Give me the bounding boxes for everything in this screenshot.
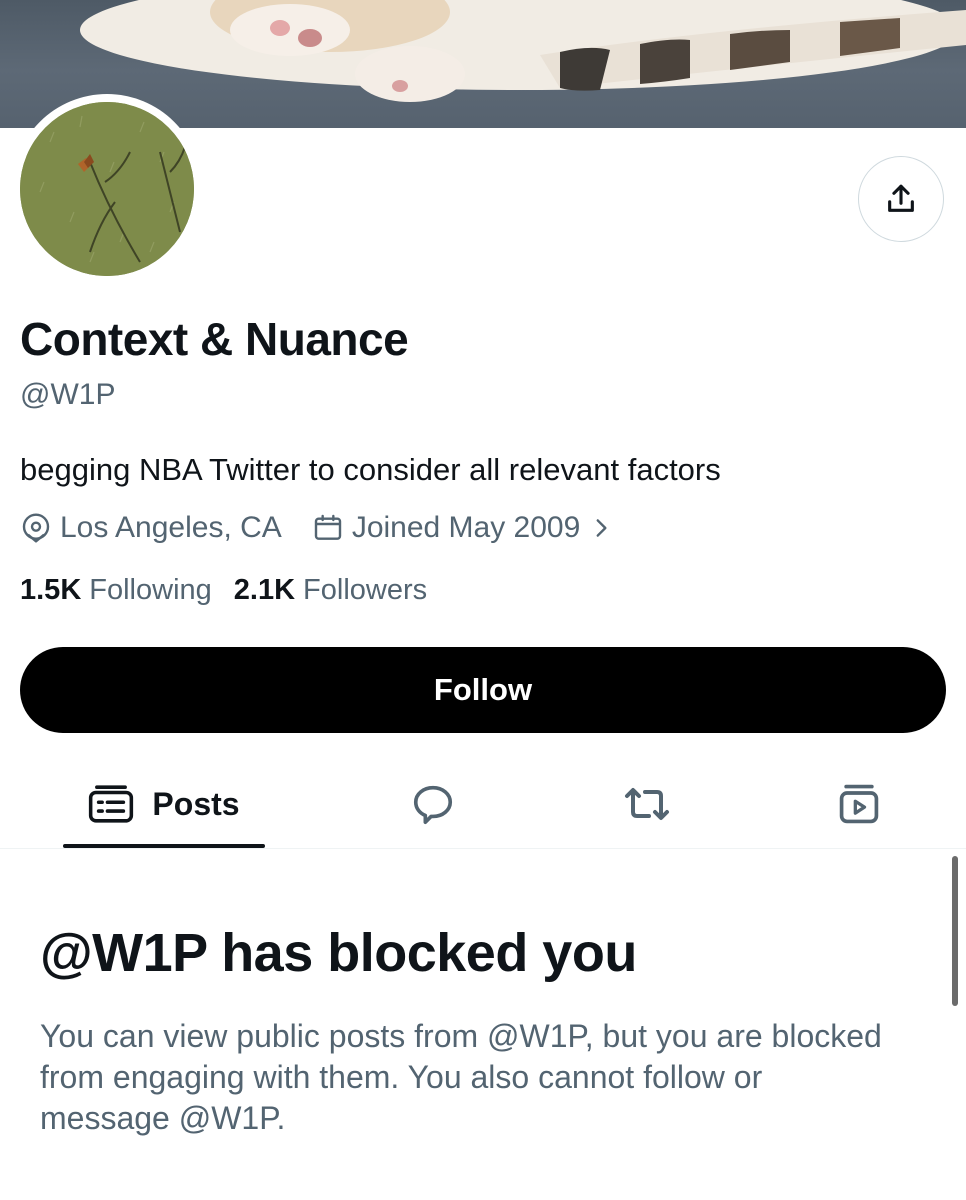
posts-icon: [89, 785, 134, 823]
following-label: Following: [89, 574, 212, 606]
replies-icon: [413, 785, 453, 825]
follow-button[interactable]: Follow: [20, 647, 946, 733]
followers-link[interactable]: 2.1K Followers: [234, 574, 427, 607]
share-button[interactable]: [858, 156, 944, 242]
scrollbar[interactable]: [952, 856, 958, 1006]
avatar-image: [20, 102, 194, 276]
following-link[interactable]: 1.5K Following: [20, 574, 212, 607]
joined-text: Joined May 2009: [351, 511, 581, 544]
followers-label: Followers: [303, 574, 428, 606]
location-text: Los Angeles, CA: [60, 511, 282, 544]
grass-butterfly-image: [20, 102, 194, 276]
media-icon: [839, 784, 879, 824]
joined-item[interactable]: Joined May 2009: [312, 511, 615, 545]
tab-posts-label: Posts: [152, 785, 240, 822]
tab-replies[interactable]: [398, 760, 468, 848]
profile-avatar[interactable]: [12, 94, 202, 284]
profile-handle: @W1P: [20, 378, 116, 411]
active-tab-indicator: [63, 844, 265, 848]
followers-count: 2.1K: [233, 574, 296, 606]
profile-tabs: Posts: [0, 760, 966, 849]
share-icon: [888, 184, 914, 212]
profile-meta: Los Angeles, CA Joined May 2009: [20, 508, 614, 548]
tab-reposts[interactable]: [612, 760, 682, 848]
location-pin-icon: [22, 513, 50, 543]
blocked-body: You can view public posts from @W1P, but…: [40, 1018, 882, 1136]
profile-page: Context & Nuance @W1P begging NBA Twitte…: [0, 0, 966, 1200]
blocked-title: @W1P has blocked you: [40, 923, 637, 983]
profile-bio: begging NBA Twitter to consider all rele…: [20, 452, 721, 487]
tab-posts[interactable]: Posts: [64, 760, 264, 848]
following-count: 1.5K: [20, 574, 82, 606]
calendar-icon: [314, 514, 342, 540]
chevron-right-icon: [596, 519, 607, 537]
reposts-icon: [625, 788, 669, 820]
profile-stats: 1.5K Following 2.1K Followers: [20, 574, 427, 607]
tab-media[interactable]: [824, 760, 894, 848]
profile-display-name: Context & Nuance: [20, 313, 409, 365]
location-item: Los Angeles, CA: [20, 511, 282, 545]
